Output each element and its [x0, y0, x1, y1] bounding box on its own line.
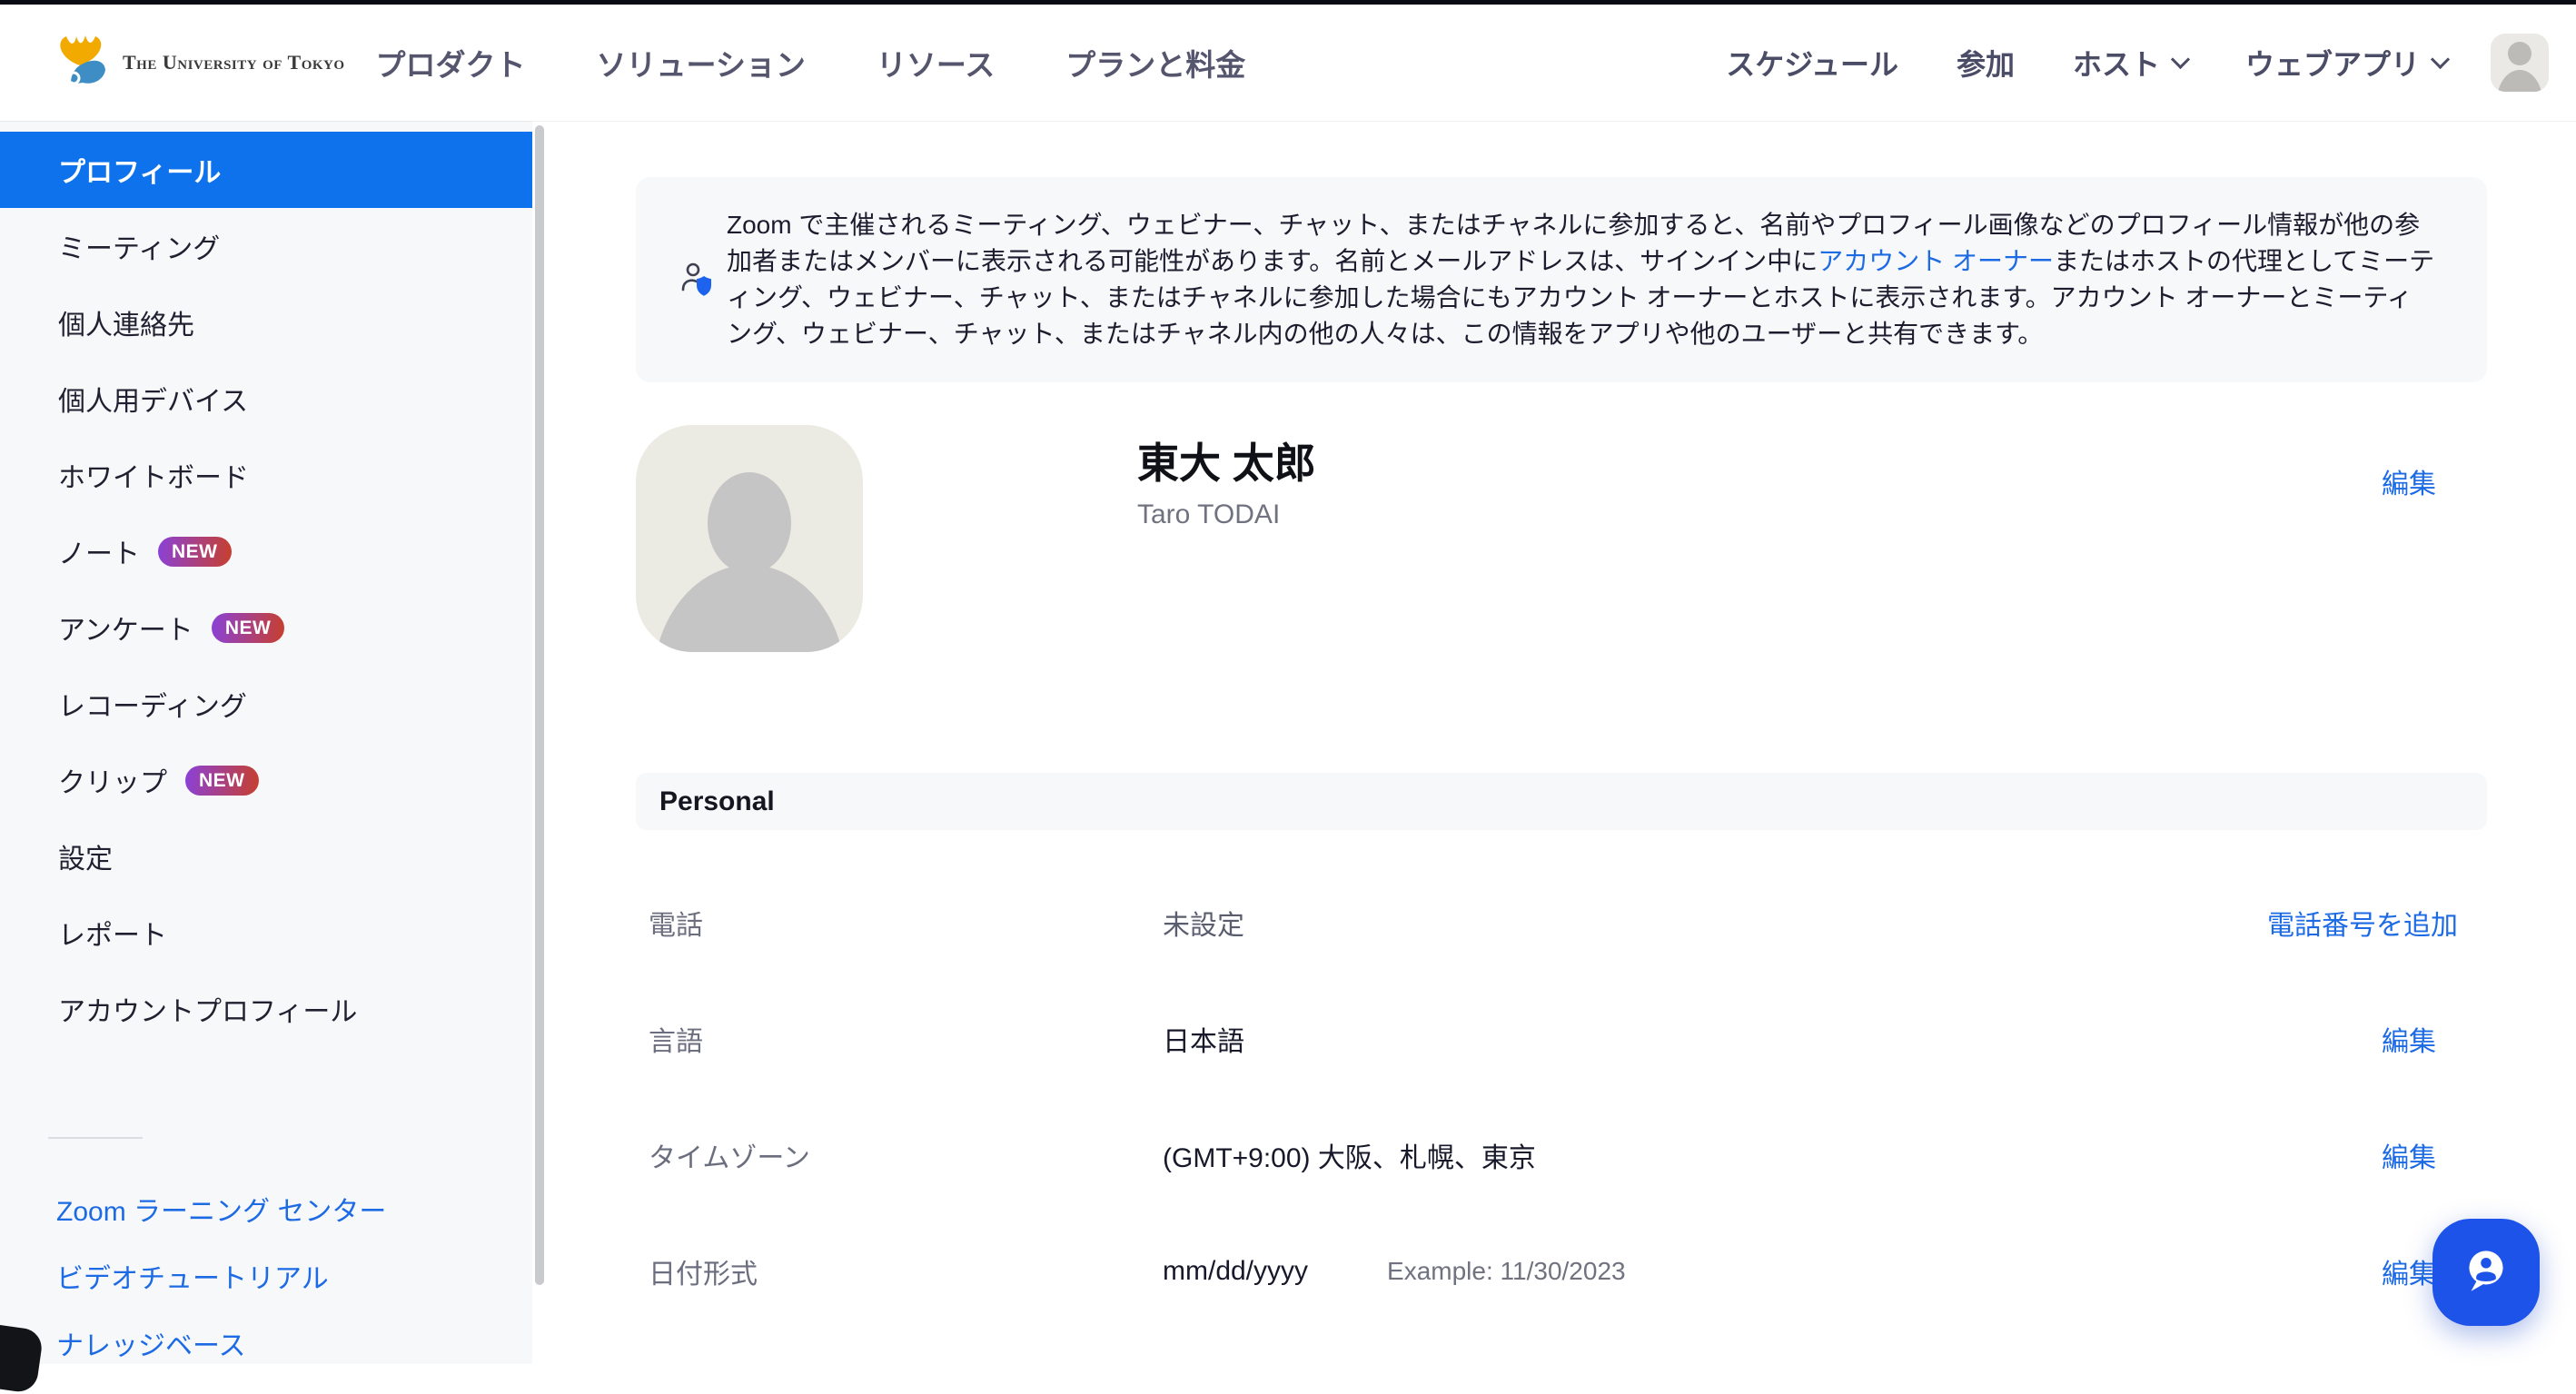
personal-section-title: Personal [659, 786, 775, 817]
date-format-value: mm/dd/yyyy [1163, 1256, 1308, 1287]
sidebar-item-label: ミーティング [58, 226, 220, 266]
profile-display-name: 東大 太郎 [1137, 430, 1316, 490]
nav-action-join[interactable]: 参加 [1957, 42, 2015, 84]
sidebar: プロフィール ミーティング 個人連絡先 個人用デバイス ホワイトボード ノート … [0, 121, 532, 1364]
ginkgo-logo-icon [52, 32, 110, 94]
sidebar-divider [48, 1137, 143, 1139]
sidebar-item-recordings[interactable]: レコーディング [0, 666, 532, 742]
nav-action-host-label: ホスト [2073, 42, 2160, 84]
nav-item-resources[interactable]: リソース [877, 41, 995, 84]
nav-menu: プロダクト ソリューション リソース プランと料金 [376, 41, 1246, 84]
sidebar-item-reports[interactable]: レポート [0, 895, 532, 971]
sidebar-link-learning-center[interactable]: Zoom ラーニング センター [0, 1175, 532, 1242]
sidebar-item-clips[interactable]: クリップ NEW [0, 742, 532, 818]
add-phone-number-link[interactable]: 電話番号を追加 [2267, 903, 2458, 943]
sidebar-item-label: アンケート [58, 608, 193, 648]
chevron-down-icon [2171, 49, 2190, 68]
sidebar-item-label: レポート [58, 913, 167, 953]
university-logo-text: The University of Tokyo [123, 51, 345, 74]
nav-item-plans-pricing[interactable]: プランと料金 [1065, 41, 1245, 84]
profile-edit-link[interactable]: 編集 [2382, 461, 2436, 501]
sidebar-link-knowledge-base[interactable]: ナレッジベース [0, 1310, 532, 1377]
sidebar-item-settings[interactable]: 設定 [0, 818, 532, 895]
nav-item-products[interactable]: プロダクト [376, 41, 526, 84]
nav-action-schedule-label: スケジュール [1726, 42, 1898, 84]
sidebar-item-personal-contacts[interactable]: 個人連絡先 [0, 284, 532, 361]
person-icon [2508, 42, 2531, 65]
sidebar-link-video-tutorials[interactable]: ビデオチュートリアル [0, 1242, 532, 1310]
sidebar-item-personal-devices[interactable]: 個人用デバイス [0, 361, 532, 437]
sidebar-item-label: ホワイトボード [58, 455, 249, 495]
language-label: 言語 [649, 1019, 1163, 1059]
university-logo[interactable]: The University of Tokyo [52, 32, 345, 94]
sidebar-item-label: ノート [58, 531, 140, 571]
sidebar-item-notes[interactable]: ノート NEW [0, 513, 532, 589]
sidebar-item-meetings[interactable]: ミーティング [0, 208, 532, 284]
new-badge: NEW [212, 613, 285, 643]
profile-romanized-name: Taro TODAI [1137, 499, 1280, 530]
help-button[interactable] [2432, 1219, 2540, 1326]
sidebar-item-whiteboard[interactable]: ホワイトボード [0, 437, 532, 513]
phone-value: 未設定 [1163, 903, 1244, 943]
profile-header: 東大 太郎 Taro TODAI 編集 [636, 425, 2487, 652]
privacy-notice-text: Zoom で主催されるミーティング、ウェビナー、チャット、またはチャネルに参加す… [727, 207, 2436, 352]
sidebar-scrollbar[interactable] [535, 125, 544, 1285]
personal-rows: 電話 未設定 電話番号を追加 言語 日本語 編集 タイムゾーン (GMT+9:0… [636, 865, 2487, 1330]
sidebar-link-label: ビデオチュートリアル [56, 1256, 329, 1296]
timezone-row: タイムゾーン (GMT+9:00) 大阪、札幌、東京 編集 [636, 1097, 2487, 1213]
sidebar-link-label: Zoom ラーニング センター [56, 1189, 386, 1229]
person-icon [708, 472, 791, 574]
profile-avatar[interactable] [636, 425, 863, 652]
sidebar-item-label: 設定 [58, 836, 113, 876]
phone-label: 電話 [649, 903, 1163, 943]
new-badge: NEW [158, 537, 232, 567]
person-shield-icon [678, 261, 716, 299]
sidebar-item-label: プロフィール [58, 150, 221, 190]
sidebar-item-profile[interactable]: プロフィール [0, 132, 532, 208]
sidebar-link-label: ナレッジベース [56, 1323, 246, 1363]
zoom-profile-page: { "brand": { "logo_text": "The Universit… [0, 0, 2576, 1364]
sidebar-footer-links: Zoom ラーニング センター ビデオチュートリアル ナレッジベース [0, 1175, 532, 1377]
sidebar-item-label: 個人用デバイス [58, 379, 248, 419]
person-icon-shoulders [2497, 70, 2542, 92]
phone-row: 電話 未設定 電話番号を追加 [636, 865, 2487, 981]
language-value: 日本語 [1163, 1019, 1244, 1059]
sidebar-item-label: レコーディング [58, 684, 247, 724]
date-format-row: 日付形式 mm/dd/yyyy Example: 11/30/2023 編集 [636, 1213, 2487, 1330]
account-avatar[interactable] [2491, 34, 2549, 92]
chevron-down-icon [2431, 49, 2450, 68]
chat-person-icon [2456, 1241, 2516, 1305]
sidebar-item-account-profile[interactable]: アカウントプロフィール [0, 971, 532, 1047]
timezone-label: タイムゾーン [649, 1135, 1163, 1175]
nav-actions: スケジュール 参加 ホスト ウェブアプリ [1726, 34, 2549, 92]
date-format-edit-link[interactable]: 編集 [2382, 1251, 2436, 1291]
date-format-example: Example: 11/30/2023 [1387, 1257, 1626, 1286]
account-owner-link[interactable]: アカウント オーナー [1818, 247, 2054, 275]
sidebar-item-label: 個人連絡先 [58, 302, 194, 342]
main-content: Zoom で主催されるミーティング、ウェビナー、チャット、またはチャネルに参加す… [545, 121, 2576, 1364]
language-row: 言語 日本語 編集 [636, 981, 2487, 1097]
sidebar-item-label: アカウントプロフィール [58, 989, 357, 1029]
timezone-edit-link[interactable]: 編集 [2382, 1135, 2436, 1175]
privacy-notice-box: Zoom で主催されるミーティング、ウェビナー、チャット、またはチャネルに参加す… [636, 177, 2487, 382]
sidebar-item-surveys[interactable]: アンケート NEW [0, 589, 532, 666]
sidebar-nav-list: プロフィール ミーティング 個人連絡先 個人用デバイス ホワイトボード ノート … [0, 132, 532, 1047]
language-edit-link[interactable]: 編集 [2382, 1019, 2436, 1059]
nav-action-join-label: 参加 [1957, 42, 2015, 84]
nav-action-schedule[interactable]: スケジュール [1726, 42, 1898, 84]
nav-item-solutions[interactable]: ソリューション [597, 41, 806, 84]
person-icon-shoulders [653, 565, 846, 652]
timezone-value: (GMT+9:00) 大阪、札幌、東京 [1163, 1135, 1536, 1175]
nav-action-web-app[interactable]: ウェブアプリ [2245, 42, 2447, 84]
new-badge: NEW [185, 766, 259, 796]
personal-section-header: Personal [636, 773, 2487, 830]
sidebar-item-label: クリップ [58, 760, 167, 800]
top-nav: The University of Tokyo プロダクト ソリューション リソ… [0, 5, 2576, 121]
nav-action-web-app-label: ウェブアプリ [2245, 42, 2420, 84]
nav-action-host[interactable]: ホスト [2073, 42, 2187, 84]
date-format-label: 日付形式 [649, 1251, 1163, 1291]
